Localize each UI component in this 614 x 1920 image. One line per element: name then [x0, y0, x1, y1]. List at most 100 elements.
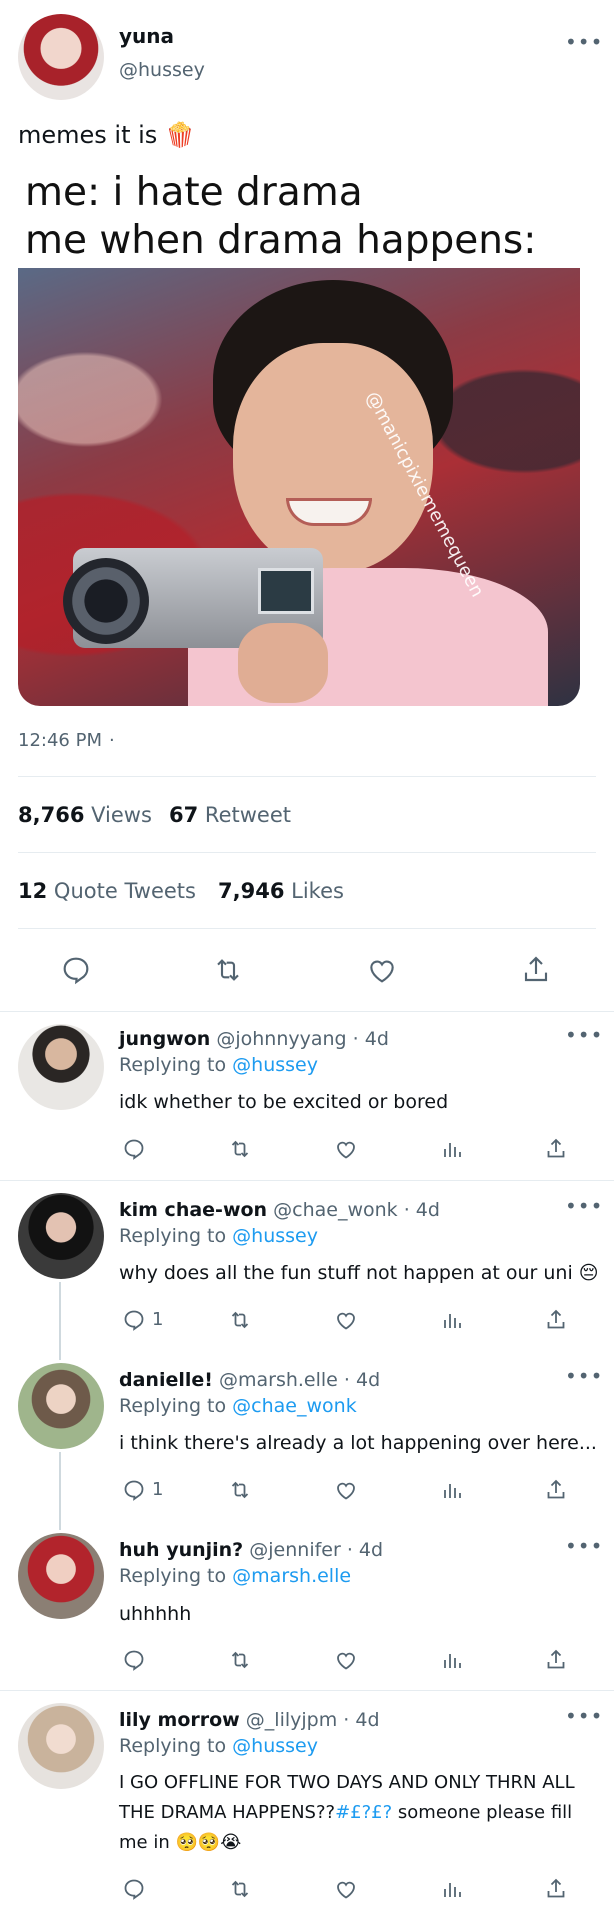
- like-icon[interactable]: [366, 954, 398, 986]
- analytics-icon[interactable]: [440, 1308, 464, 1332]
- views-label: Views: [91, 803, 152, 827]
- person-hand: [238, 623, 328, 703]
- like-icon[interactable]: [334, 1648, 358, 1672]
- share-icon[interactable]: [544, 1137, 568, 1161]
- more-options-icon[interactable]: •••: [565, 1706, 603, 1726]
- reply-author-handle[interactable]: @jennifer: [249, 1539, 341, 1561]
- reply-text: why does all the fun stuff not happen at…: [119, 1260, 599, 1286]
- reply-author-handle[interactable]: @marsh.elle: [219, 1369, 338, 1391]
- views-stat[interactable]: 8,766 Views: [18, 803, 152, 827]
- reply-author-name[interactable]: jungwon: [119, 1028, 210, 1050]
- replying-to-label: Replying to: [119, 1225, 227, 1247]
- more-options-icon[interactable]: •••: [565, 1536, 603, 1556]
- meme-image[interactable]: me: i hate drama me when drama happens: …: [18, 165, 580, 706]
- analytics-icon[interactable]: [440, 1648, 464, 1672]
- reply-text: idk whether to be excited or bored: [119, 1091, 449, 1113]
- reply-avatar[interactable]: [18, 1533, 104, 1619]
- like-icon[interactable]: [334, 1308, 358, 1332]
- divider: [0, 1011, 614, 1012]
- analytics-icon[interactable]: [440, 1137, 464, 1161]
- replying-to: Replying to @chae_wonk: [119, 1393, 357, 1419]
- reply-author-name[interactable]: kim chae-won: [119, 1199, 267, 1221]
- reply-text-line-1: I GO OFFLINE FOR TWO DAYS AND ONLY THRN …: [119, 1772, 575, 1793]
- reply-icon[interactable]: [122, 1308, 146, 1332]
- replying-to-handle[interactable]: @hussey: [232, 1225, 318, 1247]
- reply-avatar[interactable]: [18, 1363, 104, 1449]
- reply-header: huh yunjin? @jennifer · 4d: [119, 1537, 383, 1563]
- reply-text-part: me in: [119, 1832, 170, 1853]
- reply-icon[interactable]: [122, 1478, 146, 1502]
- share-icon[interactable]: [544, 1648, 568, 1672]
- replying-to-label: Replying to: [119, 1565, 227, 1587]
- reply-author-handle[interactable]: @johnnyyang: [216, 1028, 346, 1050]
- more-options-icon[interactable]: •••: [565, 1025, 603, 1045]
- timestamp-separator: ·: [109, 730, 115, 751]
- reply-icon[interactable]: [60, 954, 92, 986]
- reply-avatar[interactable]: [18, 1703, 104, 1789]
- reply-author-name[interactable]: danielle!: [119, 1369, 213, 1391]
- replying-to-handle[interactable]: @hussey: [232, 1054, 318, 1076]
- reply-count: 1: [152, 1309, 164, 1330]
- replying-to: Replying to @hussey: [119, 1223, 318, 1249]
- pleading-crying-emoji: 🥺🥺😭: [175, 1832, 242, 1853]
- more-options-icon[interactable]: •••: [565, 1196, 603, 1216]
- likes-stat[interactable]: 7,946 Likes: [218, 879, 344, 903]
- analytics-icon[interactable]: [440, 1877, 464, 1901]
- divider: [0, 1690, 614, 1691]
- share-icon[interactable]: [544, 1478, 568, 1502]
- hashtag-link[interactable]: #£?£?: [335, 1802, 392, 1823]
- share-icon[interactable]: [544, 1877, 568, 1901]
- replying-to-label: Replying to: [119, 1735, 227, 1757]
- reply-avatar[interactable]: [18, 1024, 104, 1110]
- replying-to-handle[interactable]: @chae_wonk: [232, 1395, 357, 1417]
- retweet-icon[interactable]: [228, 1648, 252, 1672]
- author-display-name[interactable]: yuna: [119, 24, 174, 48]
- share-icon[interactable]: [544, 1308, 568, 1332]
- quotes-stat[interactable]: 12 Quote Tweets: [18, 879, 196, 903]
- views-count: 8,766: [18, 803, 85, 827]
- meme-photo: @manicpixiememequeen: [18, 268, 580, 706]
- reply-time: · 4d: [346, 1539, 384, 1561]
- meme-caption-line-2: me when drama happens:: [25, 218, 537, 263]
- replying-to-label: Replying to: [119, 1395, 227, 1417]
- author-handle[interactable]: @hussey: [119, 59, 205, 81]
- like-icon[interactable]: [334, 1137, 358, 1161]
- tweet-timestamp[interactable]: 12:46 PM: [18, 730, 102, 751]
- more-options-icon[interactable]: •••: [565, 1366, 603, 1386]
- retweet-icon[interactable]: [228, 1308, 252, 1332]
- reply-text-line-3: me in 🥺🥺😭: [119, 1830, 241, 1856]
- retweet-icon[interactable]: [228, 1478, 252, 1502]
- reply-author-handle[interactable]: @chae_wonk: [273, 1199, 398, 1221]
- replying-to-label: Replying to: [119, 1054, 227, 1076]
- tweet-text: memes it is 🍿: [18, 121, 195, 149]
- divider: [18, 928, 596, 929]
- author-avatar[interactable]: [18, 14, 104, 100]
- more-options-icon[interactable]: •••: [565, 32, 603, 52]
- reply-text: i think there's already a lot happening …: [119, 1432, 597, 1454]
- retweets-label: Retweet: [204, 803, 291, 827]
- like-icon[interactable]: [334, 1877, 358, 1901]
- reply-time: · 4d: [343, 1709, 380, 1731]
- reply-icon[interactable]: [122, 1137, 146, 1161]
- divider: [18, 852, 596, 853]
- reply-author-name[interactable]: lily morrow: [119, 1709, 240, 1731]
- replying-to-handle[interactable]: @hussey: [232, 1735, 318, 1757]
- reply-avatar[interactable]: [18, 1193, 104, 1279]
- likes-count: 7,946: [218, 879, 285, 903]
- reply-icon[interactable]: [122, 1648, 146, 1672]
- retweet-icon[interactable]: [228, 1877, 252, 1901]
- divider: [0, 1180, 614, 1181]
- share-icon[interactable]: [520, 954, 552, 986]
- retweet-icon[interactable]: [228, 1137, 252, 1161]
- retweets-stat[interactable]: 67 Retweet: [169, 803, 291, 827]
- reply-header: danielle! @marsh.elle · 4d: [119, 1367, 380, 1393]
- retweet-icon[interactable]: [212, 954, 244, 986]
- reply-author-name[interactable]: huh yunjin?: [119, 1539, 243, 1561]
- thread-line: [59, 1282, 61, 1360]
- analytics-icon[interactable]: [440, 1478, 464, 1502]
- reply-header: jungwon @johnnyyang · 4d: [119, 1026, 389, 1052]
- reply-icon[interactable]: [122, 1877, 146, 1901]
- like-icon[interactable]: [334, 1478, 358, 1502]
- reply-author-handle[interactable]: @_lilyjpm: [246, 1709, 337, 1731]
- replying-to-handle[interactable]: @marsh.elle: [232, 1565, 351, 1587]
